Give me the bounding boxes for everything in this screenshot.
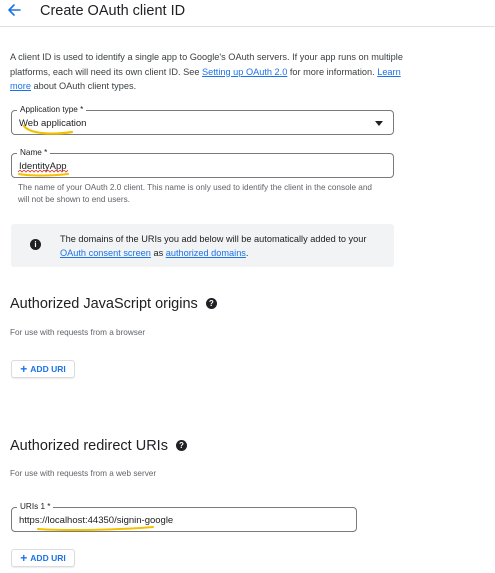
js-origins-heading: Authorized JavaScript origins? <box>10 296 217 312</box>
info-box: i The domains of the URIs you add below … <box>11 224 394 267</box>
dropdown-arrow-icon <box>375 121 383 126</box>
top-bar: Create OAuth client ID <box>0 0 495 26</box>
add-redirect-uri-label: ADD URI <box>30 553 66 563</box>
js-origins-subtitle: For use with requests from a browser <box>10 328 146 337</box>
oauth-consent-screen-link[interactable]: OAuth consent screen <box>60 248 151 258</box>
help-icon[interactable]: ? <box>205 298 217 309</box>
info-text-1: The domains of the URIs you add below wi… <box>60 234 367 244</box>
info-text-2: as <box>150 248 166 258</box>
intro-paragraph: A client ID is used to identify a single… <box>10 50 405 94</box>
page-title: Create OAuth client ID <box>40 3 186 19</box>
name-field-hint: The name of your OAuth 2.0 client. This … <box>18 183 372 204</box>
redirect-uri-label: URIs 1 * <box>17 502 54 512</box>
application-type-label: Application type * <box>17 105 87 115</box>
authorized-domains-link[interactable]: authorized domains <box>166 248 246 258</box>
help-icon[interactable]: ? <box>175 440 187 451</box>
add-redirect-uri-button[interactable]: + ADD URI <box>11 549 75 567</box>
redirect-uris-heading: Authorized redirect URIs? <box>10 438 187 454</box>
js-origins-title: Authorized JavaScript origins <box>10 296 198 312</box>
add-js-origin-button[interactable]: + ADD URI <box>11 360 75 378</box>
yellow-underline-annotation-3 <box>37 526 154 532</box>
info-text-3: . <box>245 248 249 258</box>
plus-icon: + <box>20 551 28 565</box>
intro-text-2: for more information. <box>287 66 378 77</box>
info-box-text: The domains of the URIs you add below wi… <box>60 232 385 260</box>
intro-text-3: about OAuth client types. <box>30 81 137 91</box>
header-divider <box>0 26 495 27</box>
info-icon: i <box>30 239 41 250</box>
plus-icon: + <box>20 362 28 376</box>
yellow-underline-annotation-2 <box>18 173 69 177</box>
redirect-uris-subtitle: For use with requests from a web server <box>10 469 157 478</box>
redirect-uris-title: Authorized redirect URIs <box>10 438 168 454</box>
yellow-underline-annotation <box>22 124 74 135</box>
name-field-label: Name * <box>17 148 51 158</box>
add-js-origin-label: ADD URI <box>30 364 66 374</box>
setting-up-oauth-link[interactable]: Setting up OAuth 2.0 <box>202 67 287 77</box>
arrow-back-icon[interactable] <box>6 2 22 18</box>
